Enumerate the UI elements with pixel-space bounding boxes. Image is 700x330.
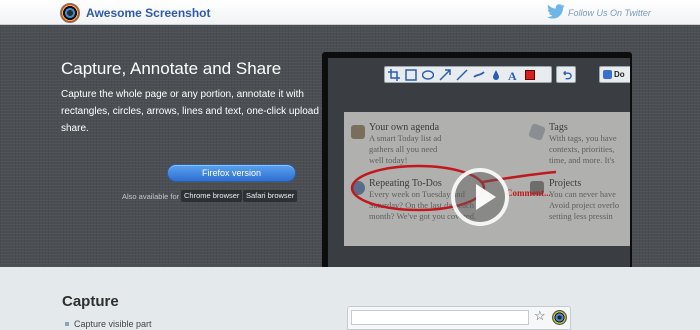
- pen-icon: [473, 71, 485, 78]
- svg-text:A: A: [508, 69, 517, 81]
- firefox-download-button[interactable]: Firefox version: [167, 164, 296, 182]
- done-button: Do: [599, 66, 630, 83]
- extension-button-icon: [552, 310, 567, 325]
- capture-section: Capture Capture visible part ☆: [0, 267, 700, 330]
- arrow-icon: [439, 69, 451, 81]
- twitter-bird-icon[interactable]: [546, 4, 566, 20]
- capture-heading: Capture: [62, 293, 119, 310]
- url-bar: [351, 310, 529, 325]
- feature-title: Tags: [549, 122, 568, 133]
- brand-name[interactable]: Awesome Screenshot: [86, 6, 211, 20]
- chrome-browser-link[interactable]: Chrome browser: [181, 190, 243, 202]
- text-icon: A: [508, 69, 517, 81]
- checkmark-icon: [603, 70, 612, 79]
- hero-description: Capture the whole page or any portion, a…: [61, 89, 331, 134]
- browser-toolbar-preview: ☆: [347, 306, 571, 330]
- tag-icon: [528, 123, 546, 141]
- play-icon: [476, 184, 496, 210]
- rectangle-icon: [405, 69, 417, 81]
- play-video-button[interactable]: [451, 168, 509, 226]
- also-available-label: Also available for: [122, 192, 180, 201]
- done-label: Do: [614, 70, 625, 79]
- undo-button: [556, 66, 576, 83]
- safari-browser-link[interactable]: Safari browser: [243, 190, 298, 202]
- hero-section: Capture, Annotate and Share Capture the …: [0, 25, 700, 267]
- preview-screen: A Do Your own agenda A smart Today list …: [328, 58, 630, 267]
- hero-title: Capture, Annotate and Share: [61, 59, 282, 78]
- undo-icon: [563, 70, 572, 80]
- agenda-icon: [351, 125, 365, 139]
- camera-lens-logo-icon[interactable]: [60, 3, 80, 23]
- feature-projects: Projects You can never have Avoid projec…: [549, 178, 630, 222]
- color-picker-swatch: [525, 70, 535, 80]
- crop-icon: [388, 69, 400, 81]
- screenshot-preview: A Do Your own agenda A smart Today list …: [322, 52, 632, 267]
- feature-text: With tags, you have contexts, priorities…: [549, 133, 617, 165]
- line-icon: [456, 69, 468, 81]
- blur-drop-icon: [493, 70, 499, 80]
- annotation-comment: Comment...: [506, 188, 551, 198]
- feature-title: Your own agenda: [369, 122, 440, 133]
- ellipse-icon: [422, 70, 434, 80]
- top-bar: Awesome Screenshot Follow Us On Twitter: [0, 0, 700, 25]
- bullet-icon: [65, 322, 69, 326]
- feature-tags: Tags With tags, you have contexts, prior…: [549, 122, 630, 166]
- feature-text: You can never have Avoid project overlo …: [549, 189, 620, 221]
- capture-list-item: Capture visible part: [74, 319, 152, 329]
- feature-title: Projects: [549, 178, 582, 189]
- star-bookmark-icon: ☆: [534, 308, 546, 323]
- follow-twitter-link[interactable]: Follow Us On Twitter: [568, 8, 651, 18]
- annotation-toolbar: A: [384, 66, 552, 83]
